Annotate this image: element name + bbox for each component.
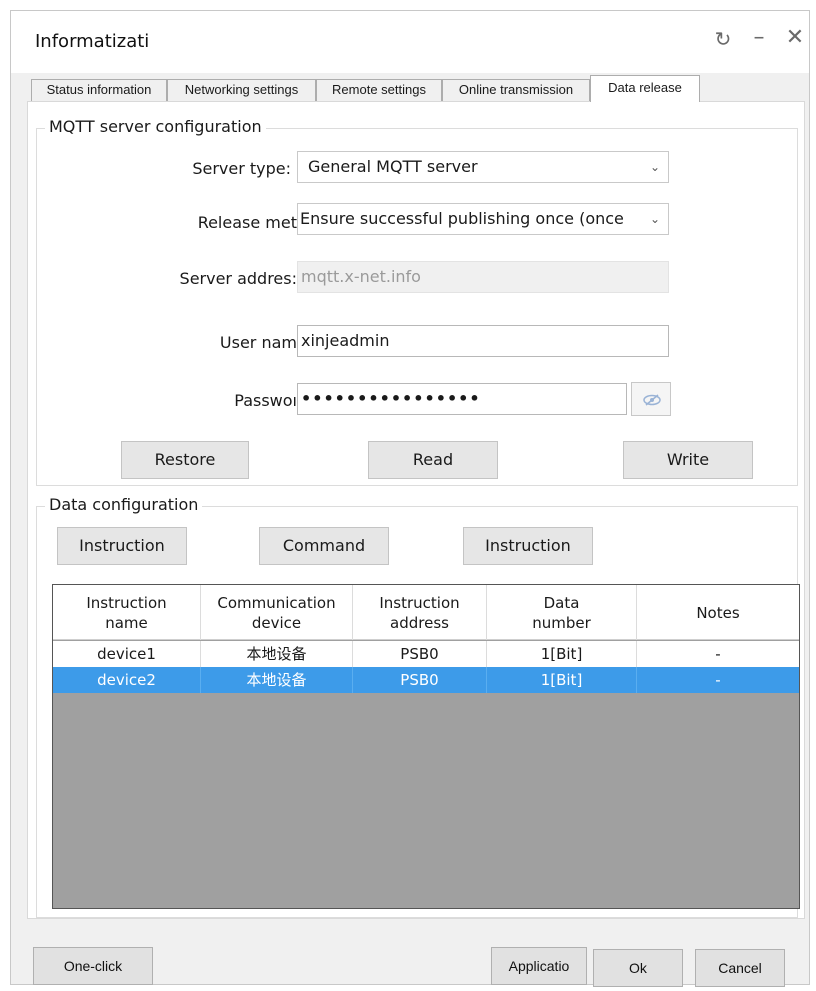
header-line: name xyxy=(105,613,148,632)
read-button[interactable]: Read xyxy=(368,441,498,479)
password-field[interactable]: •••••••••••••••• xyxy=(297,383,627,415)
column-header-data-number[interactable]: Data number xyxy=(487,585,637,640)
eye-slash-icon xyxy=(643,394,661,406)
server-type-label: Server type: xyxy=(192,159,291,178)
header-line: Instruction xyxy=(379,593,460,612)
cell-communication-device: 本地设备 xyxy=(201,667,353,693)
restore-button[interactable]: Restore xyxy=(121,441,249,479)
tab-data-release[interactable]: Data release xyxy=(590,75,700,102)
cancel-button[interactable]: Cancel xyxy=(695,949,785,987)
instruction-button-2[interactable]: Instruction xyxy=(463,527,593,565)
header-line: Instruction xyxy=(86,593,167,612)
close-icon[interactable]: ✕ xyxy=(781,25,809,50)
header-line: device xyxy=(251,613,302,632)
user-name-label: User nam xyxy=(219,333,297,352)
table-row-selected[interactable]: device2 本地设备 PSB0 1[Bit] - xyxy=(53,667,799,693)
mqtt-config-legend: MQTT server configuration xyxy=(45,117,266,136)
password-label: Passwoı xyxy=(234,391,297,410)
command-button[interactable]: Command xyxy=(259,527,389,565)
refresh-icon[interactable]: ↻ xyxy=(709,27,737,51)
dialog-window: Informatizati ↻ – ✕ Status information N… xyxy=(10,10,810,987)
cell-instruction-name: device2 xyxy=(53,667,201,693)
header-line: Notes xyxy=(696,603,740,622)
one-click-button[interactable]: One-click xyxy=(33,947,153,985)
release-method-value: Ensure successful publishing once (once xyxy=(300,209,624,228)
header-line: Communication xyxy=(217,593,336,612)
server-type-value: General MQTT server xyxy=(308,157,478,176)
tab-remote-settings[interactable]: Remote settings xyxy=(316,79,442,101)
server-address-label: Server addres: xyxy=(179,269,297,288)
cell-notes: - xyxy=(715,671,721,689)
write-button[interactable]: Write xyxy=(623,441,753,479)
instruction-table[interactable]: Instruction name Communication device Inst… xyxy=(52,584,800,909)
cell-notes: - xyxy=(715,645,721,663)
column-header-notes[interactable]: Notes xyxy=(637,585,799,640)
user-name-field[interactable]: xinjeadmin xyxy=(297,325,669,357)
mqtt-config-group: MQTT server configuration Server type: G… xyxy=(36,117,798,486)
column-header-communication-device[interactable]: Communication device xyxy=(201,585,353,640)
chevron-down-icon: ⌄ xyxy=(649,212,660,226)
server-type-select[interactable]: General MQTT server ⌄ xyxy=(297,151,669,183)
tab-online-transmission[interactable]: Online transmission xyxy=(442,79,590,101)
header-line: number xyxy=(532,613,591,632)
ok-button[interactable]: Ok xyxy=(593,949,683,987)
minimize-icon[interactable]: – xyxy=(745,25,773,50)
cell-instruction-address: PSB0 xyxy=(353,667,487,693)
column-header-instruction-name[interactable]: Instruction name xyxy=(53,585,201,640)
window-title: Informatizati xyxy=(35,31,150,52)
header-line: Data xyxy=(543,593,580,612)
tab-status-information[interactable]: Status information xyxy=(31,79,167,101)
application-button[interactable]: Applicatio xyxy=(491,947,587,985)
cell-instruction-address: PSB0 xyxy=(353,641,487,667)
cell-communication-device: 本地设备 xyxy=(201,641,353,667)
title-bar: Informatizati ↻ – ✕ xyxy=(11,11,809,73)
cell-instruction-name: device1 xyxy=(53,641,201,667)
table-row[interactable]: device1 本地设备 PSB0 1[Bit] - xyxy=(53,641,799,667)
release-method-select[interactable]: Ensure successful publishing once (once … xyxy=(297,203,669,235)
header-line: address xyxy=(390,613,449,632)
table-header: Instruction name Communication device Inst… xyxy=(53,585,799,640)
cell-data-number: 1[Bit] xyxy=(487,667,637,693)
chevron-down-icon: ⌄ xyxy=(649,160,660,174)
server-address-field[interactable]: mqtt.x-net.info xyxy=(297,261,669,293)
column-header-instruction-address[interactable]: Instruction address xyxy=(353,585,487,640)
show-password-button[interactable] xyxy=(631,382,671,416)
data-config-legend: Data configuration xyxy=(45,495,203,514)
tab-networking-settings[interactable]: Networking settings xyxy=(167,79,316,101)
release-method-label: Release met xyxy=(197,213,297,232)
instruction-button-1[interactable]: Instruction xyxy=(57,527,187,565)
cell-data-number: 1[Bit] xyxy=(487,641,637,667)
